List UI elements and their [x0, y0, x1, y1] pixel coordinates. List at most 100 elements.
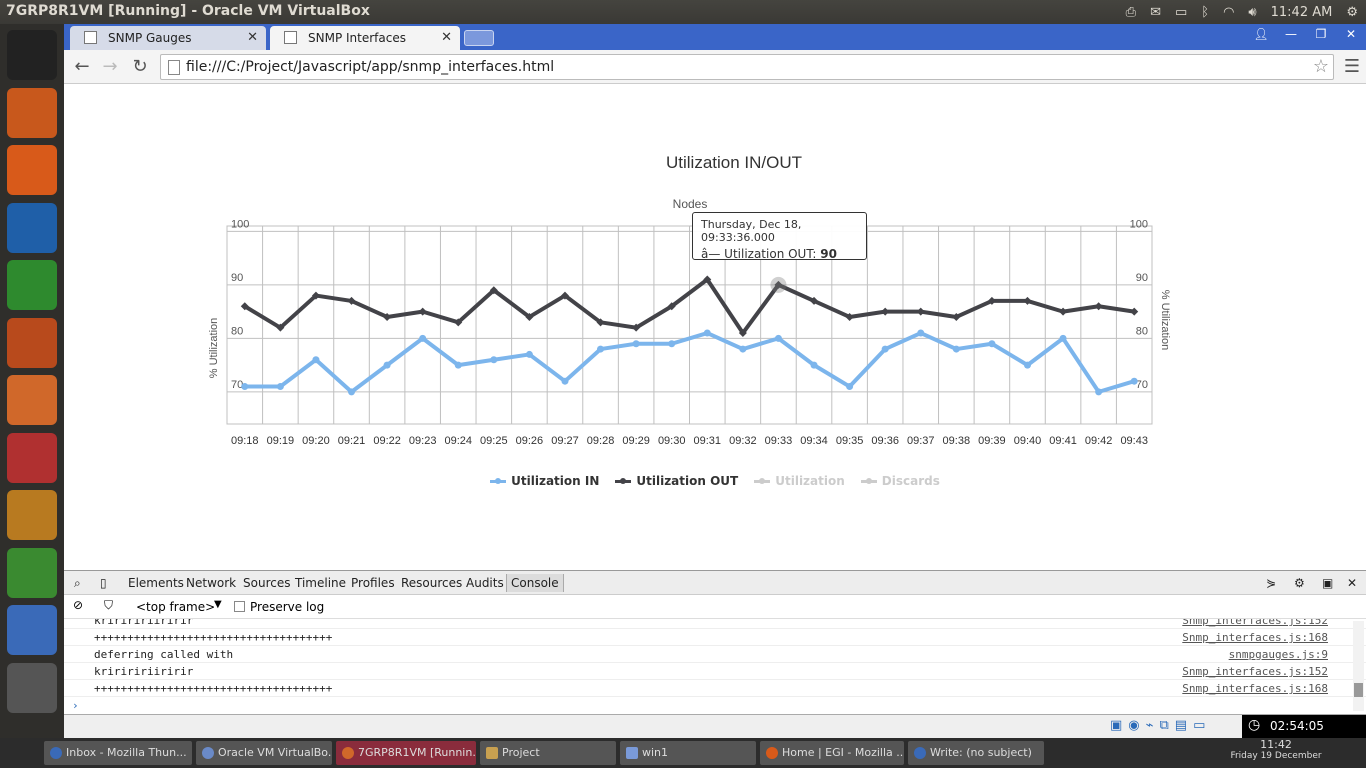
data-point[interactable]: [917, 329, 925, 337]
impress-icon[interactable]: [7, 317, 57, 368]
data-point[interactable]: [846, 383, 854, 391]
data-point[interactable]: [1130, 377, 1138, 385]
gear-icon[interactable]: ⚙: [1294, 576, 1305, 590]
taskbar-clock[interactable]: 11:42 Friday 19 December: [1226, 738, 1326, 768]
data-point[interactable]: [810, 361, 818, 369]
taskbar-item-firefox[interactable]: Home | EGI - Mozilla ...: [760, 741, 904, 765]
maximize-icon[interactable]: ❐: [1306, 24, 1336, 46]
data-point[interactable]: [525, 350, 533, 358]
printer-icon[interactable]: ⎙: [1126, 5, 1136, 20]
data-point[interactable]: [597, 345, 605, 353]
legend-item[interactable]: Discards: [860, 474, 940, 488]
tab-snmp-gauges[interactable]: SNMP Gauges ✕: [70, 26, 266, 50]
tab-elements[interactable]: Elements: [128, 576, 184, 590]
minimize-icon[interactable]: —: [1276, 24, 1306, 46]
data-point[interactable]: [1094, 302, 1103, 311]
data-point[interactable]: [419, 334, 427, 342]
data-point[interactable]: [881, 307, 890, 316]
dock-icon[interactable]: ▣: [1322, 576, 1333, 590]
forward-icon[interactable]: →: [98, 56, 122, 78]
bookmarks-icon[interactable]: [7, 490, 57, 540]
firefox-icon[interactable]: [7, 145, 57, 195]
legend-item[interactable]: Utilization OUT: [615, 474, 738, 488]
writer-icon[interactable]: [7, 202, 57, 253]
data-point[interactable]: [739, 345, 747, 353]
data-point[interactable]: [1095, 388, 1103, 396]
volume-icon[interactable]: 🔊︎: [1248, 5, 1256, 20]
data-point[interactable]: [916, 307, 925, 316]
address-bar[interactable]: file:///C:/Project/Javascript/app/snmp_i…: [160, 54, 1334, 80]
back-icon[interactable]: ←: [70, 56, 94, 78]
data-point[interactable]: [774, 334, 782, 342]
console-scrollbar[interactable]: [1353, 621, 1364, 711]
menu-icon[interactable]: ☰: [1344, 56, 1360, 77]
console-source-link[interactable]: Snmp_interfaces.js:168: [1182, 631, 1328, 644]
software-center-icon[interactable]: [7, 375, 57, 425]
data-point[interactable]: [454, 361, 462, 369]
close-icon[interactable]: ✕: [441, 30, 452, 45]
data-point[interactable]: [383, 361, 391, 369]
data-point[interactable]: [312, 356, 320, 364]
reload-icon[interactable]: ↻: [128, 56, 152, 78]
url-text[interactable]: file:///C:/Project/Javascript/app/snmp_i…: [186, 59, 554, 75]
clear-console-icon[interactable]: ⊘: [73, 598, 83, 612]
legend-item[interactable]: Utilization IN: [490, 474, 599, 488]
data-point[interactable]: [490, 356, 498, 364]
files-icon[interactable]: [7, 87, 57, 138]
chevron-down-icon[interactable]: ▼: [214, 599, 222, 610]
data-point[interactable]: [988, 340, 996, 348]
console-source-link[interactable]: Snmp_interfaces.js:152: [1182, 665, 1328, 678]
system-settings-icon[interactable]: [7, 432, 57, 483]
usb-icon[interactable]: ⌁: [1146, 718, 1154, 733]
data-point[interactable]: [276, 383, 284, 391]
filter-icon[interactable]: ⛉: [104, 598, 113, 613]
taskbar-item-project[interactable]: Project: [480, 741, 616, 765]
thunderbird-icon[interactable]: [7, 605, 57, 655]
tab-sources[interactable]: Sources: [243, 576, 290, 590]
scrollbar-thumb[interactable]: [1354, 683, 1363, 697]
shared-folder-icon[interactable]: ▤: [1175, 718, 1187, 733]
mail-icon[interactable]: ✉: [1150, 5, 1161, 20]
data-point[interactable]: [632, 340, 640, 348]
taskbar-item-write[interactable]: Write: (no subject): [908, 741, 1044, 765]
tab-snmp-interfaces[interactable]: SNMP Interfaces ✕: [270, 26, 460, 50]
clock-text[interactable]: 11:42 AM: [1271, 5, 1333, 20]
battery-icon[interactable]: ▭: [1175, 5, 1187, 20]
tab-profiles[interactable]: Profiles: [351, 576, 395, 590]
data-point[interactable]: [881, 345, 889, 353]
taskbar-item-virtualbox[interactable]: Oracle VM VirtualBo...: [196, 741, 332, 765]
user-icon[interactable]: 👤︎: [1246, 24, 1276, 46]
legend-item[interactable]: Utilization: [754, 474, 845, 488]
tab-network[interactable]: Network: [186, 576, 236, 590]
data-point[interactable]: [952, 345, 960, 353]
data-point[interactable]: [703, 329, 711, 337]
console-source-link[interactable]: Snmp_interfaces.js:168: [1182, 682, 1328, 695]
hard-disk-icon[interactable]: ▣: [1110, 718, 1122, 733]
trash-icon[interactable]: [7, 662, 57, 713]
device-status-icons[interactable]: ▣ ◉ ⌁ ⧉ ▤ ▭: [1110, 718, 1205, 733]
display-icon[interactable]: ▭: [1193, 718, 1205, 733]
calc-icon[interactable]: [7, 260, 57, 310]
taskbar-item-win1[interactable]: win1: [620, 741, 756, 765]
tab-resources[interactable]: Resources: [401, 576, 462, 590]
network-icon[interactable]: ⧉: [1159, 718, 1168, 733]
data-point[interactable]: [241, 383, 249, 391]
data-point[interactable]: [1130, 307, 1139, 316]
search-icon[interactable]: ⌕: [74, 576, 81, 591]
close-icon[interactable]: ✕: [1336, 24, 1366, 46]
tab-audits[interactable]: Audits: [466, 576, 504, 590]
data-point[interactable]: [561, 377, 569, 385]
taskbar-item-thunderbird[interactable]: Inbox - Mozilla Thun...: [44, 741, 192, 765]
console-source-link[interactable]: snmpgauges.js:9: [1229, 648, 1328, 661]
frame-select[interactable]: <top frame>: [136, 600, 215, 614]
tab-timeline[interactable]: Timeline: [295, 576, 346, 590]
new-tab-button[interactable]: [464, 30, 494, 46]
console-source-link[interactable]: Snmp_interfaces.js:152: [1182, 619, 1328, 627]
device-icon[interactable]: ▯: [100, 576, 107, 590]
tools-icon[interactable]: [7, 547, 57, 598]
star-icon[interactable]: ☆: [1313, 56, 1329, 77]
taskbar-item-vm[interactable]: 7GRP8R1VM [Runnin...: [336, 741, 476, 765]
wifi-icon[interactable]: ◠: [1223, 5, 1234, 20]
close-icon[interactable]: ✕: [247, 30, 258, 45]
preserve-log-checkbox[interactable]: [234, 601, 245, 612]
